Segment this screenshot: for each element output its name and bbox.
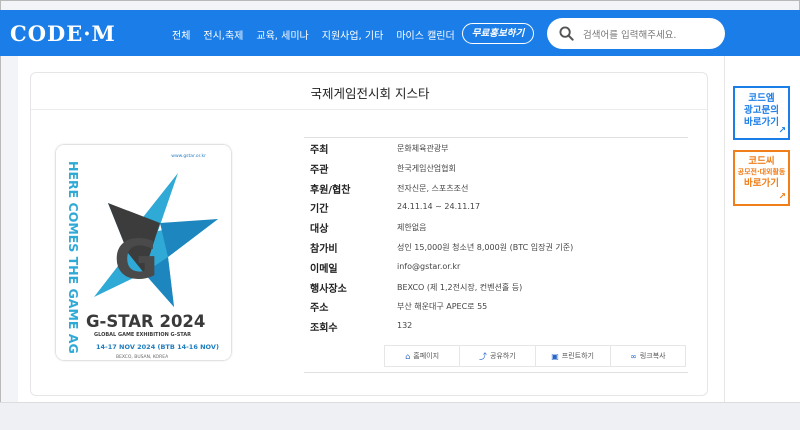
info-label: 기간 (310, 204, 329, 216)
main-nav: 전체 전시,축제 교육, 세미나 지원사업, 기타 마이스 캘린더 (172, 27, 468, 42)
home-icon: ⌂ (405, 351, 411, 361)
print-icon: ▣ (551, 351, 559, 361)
link-icon: ∞ (630, 351, 637, 361)
info-label: 조회수 (310, 323, 338, 335)
nav-all[interactable]: 전체 (172, 27, 190, 42)
info-row: 주최 문화체육관광부 (304, 138, 688, 158)
free-promotion-button[interactable]: 무료홍보하기 (462, 23, 534, 44)
bottom-strip (0, 402, 800, 430)
banner-line: 광고문의 (744, 105, 779, 116)
info-row: 행사장소 BEXCO (제 1,2전시장, 컨벤션홀 등) (304, 277, 688, 297)
poster-side-text: HERE COMES THE GAME AG (66, 161, 81, 354)
info-value: 성인 15,000원 청소년 8,000원 (BTC 입장권 기준) (397, 242, 574, 252)
info-row: 대상 제한없음 (304, 217, 688, 237)
info-value: 한국게임산업협회 (397, 163, 456, 173)
info-label: 후원/협찬 (310, 184, 351, 196)
homepage-button[interactable]: ⌂ 홈페이지 (385, 346, 461, 366)
divider (304, 372, 688, 373)
info-value: 24.11.14 ~ 24.11.17 (397, 202, 481, 212)
info-value[interactable]: info@gstar.or.kr (397, 262, 460, 271)
nav-calendar[interactable]: 마이스 캘린더 (396, 27, 454, 42)
poster-image: www.gstar.or.kr HERE COMES THE GAME AG G… (56, 145, 231, 360)
poster-url: www.gstar.or.kr (171, 153, 206, 159)
info-row: 조회수 132 (304, 316, 688, 336)
info-row: 주소 부산 해운대구 APEC로 55 (304, 296, 688, 316)
event-title: 국제게임전시회 지스타 (310, 86, 430, 101)
info-value: 제한없음 (397, 223, 427, 233)
external-link-icon: ↗ (778, 192, 786, 202)
site-logo[interactable]: CODE·M (10, 21, 116, 46)
event-poster[interactable]: www.gstar.or.kr HERE COMES THE GAME AG G… (56, 145, 231, 360)
nav-support[interactable]: 지원사업, 기타 (322, 27, 384, 42)
poster-venue: BEXCO, BUSAN, KOREA (116, 354, 169, 360)
info-label: 주관 (310, 164, 329, 176)
info-value: 전자신문, 스포츠조선 (397, 183, 469, 193)
search-input[interactable]: 검색어를 입력해주세요. (583, 27, 676, 41)
copy-link-label: 링크복사 (639, 352, 666, 360)
info-label: 대상 (310, 224, 329, 236)
banner-line: 바로가기 (744, 178, 779, 189)
info-row: 주관 한국게임산업협회 (304, 158, 688, 178)
poster-brand: G-STAR 2024 (86, 312, 205, 331)
nav-exhibition[interactable]: 전시,축제 (203, 27, 243, 42)
info-row: 후원/협찬 전자신문, 스포츠조선 (304, 178, 688, 198)
search-box[interactable]: 검색어를 입력해주세요. (547, 18, 725, 49)
banner-line: 코드엠 (748, 93, 775, 104)
share-label: 공유하기 (489, 352, 516, 360)
info-row: 참가비 성인 15,000원 청소년 8,000원 (BTC 입장권 기준) (304, 237, 688, 257)
homepage-label: 홈페이지 (413, 352, 440, 360)
info-value: 132 (397, 321, 413, 331)
print-label: 프린트하기 (561, 352, 594, 360)
info-row: 이메일 info@gstar.or.kr (304, 257, 688, 277)
print-button[interactable]: ▣ 프린트하기 (536, 346, 611, 366)
contest-banner[interactable]: 코드씨 공모전·대외활동 바로가기 ↗ (733, 150, 790, 206)
nav-education[interactable]: 교육, 세미나 (256, 27, 308, 42)
info-label: 주소 (310, 303, 329, 315)
event-info-table: 주최 문화체육관광부 주관 한국게임산업협회 후원/협찬 전자신문, 스포츠조선 기간… (304, 137, 688, 336)
poster-subtitle: GLOBAL GAME EXHIBITION G-STAR (94, 332, 191, 338)
info-value: 부산 해운대구 APEC로 55 (397, 302, 488, 312)
info-label: 행사장소 (310, 283, 347, 295)
banner-line: 코드씨 (748, 156, 775, 167)
search-icon (559, 26, 574, 41)
poster-dates: 14-17 NOV 2024 (BTB 14-16 NOV) (96, 343, 219, 351)
external-link-icon: ↗ (778, 126, 786, 136)
share-button[interactable]: ⤴ 공유하기 (460, 346, 536, 366)
copy-link-button[interactable]: ∞ 링크복사 (611, 346, 685, 366)
site-header: CODE·M 전체 전시,축제 교육, 세미나 지원사업, 기타 마이스 캘린더… (0, 10, 800, 56)
info-value: 문화체육관광부 (397, 144, 449, 153)
divider (31, 109, 707, 110)
info-value: BEXCO (제 1,2전시장, 컨벤션홀 등) (397, 282, 523, 292)
info-label: 참가비 (310, 243, 338, 255)
ad-inquiry-banner[interactable]: 코드엠 광고문의 바로가기 ↗ (733, 86, 790, 140)
info-label: 이메일 (310, 263, 338, 275)
banner-line: 공모전·대외활동 (737, 168, 786, 176)
info-label: 주최 (310, 145, 329, 156)
info-row: 기간 24.11.14 ~ 24.11.17 (304, 197, 688, 217)
share-icon: ⤴ (478, 351, 487, 361)
action-bar: ⌂ 홈페이지 ⤴ 공유하기 ▣ 프린트하기 ∞ 링크복사 (384, 345, 686, 367)
svg-text:G: G (114, 228, 158, 291)
